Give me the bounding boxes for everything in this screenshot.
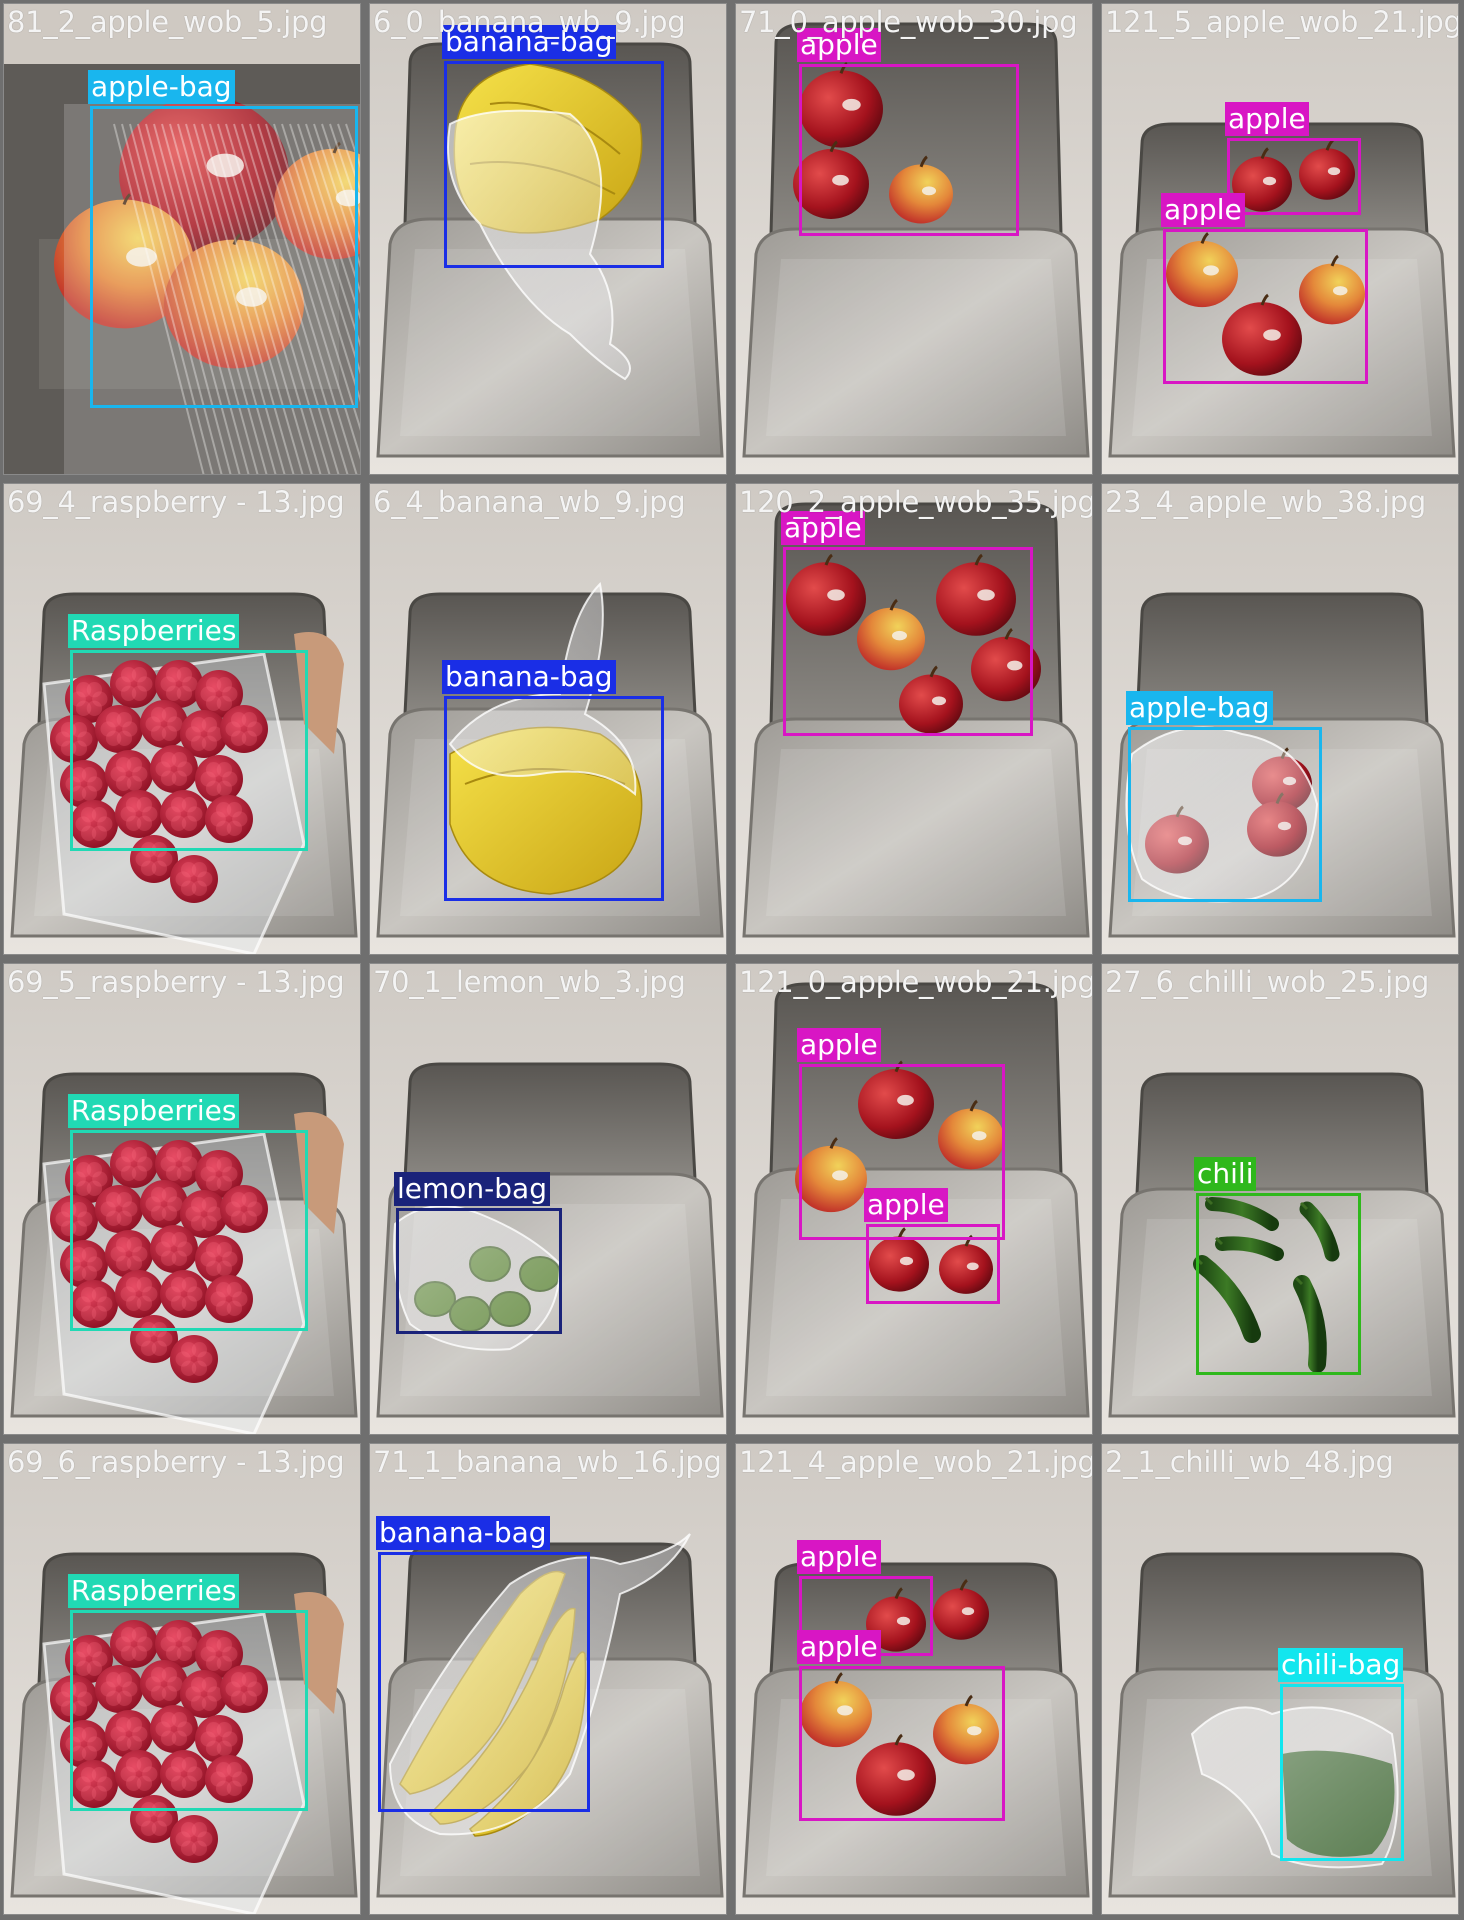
detection-box xyxy=(799,64,1019,236)
image-tile: 71_0_apple_wob_30.jpg apple xyxy=(735,3,1093,475)
file-name-label: 27_6_chilli_wob_25.jpg xyxy=(1105,965,1430,999)
detection-box xyxy=(1227,138,1361,215)
detection-box xyxy=(90,106,358,408)
detection-label: chili-bag xyxy=(1278,1648,1404,1682)
file-name-label: 71_1_banana_wb_16.jpg xyxy=(373,1445,722,1479)
detection-label: banana-bag xyxy=(376,1516,550,1550)
detection-label: lemon-bag xyxy=(394,1172,550,1206)
file-name-label: 71_0_apple_wob_30.jpg xyxy=(739,5,1078,39)
detection-box xyxy=(378,1552,590,1812)
file-name-label: 69_4_raspberry - 13.jpg xyxy=(7,485,345,519)
image-tile: 2_1_chilli_wb_48.jpg chili-bag xyxy=(1101,1443,1459,1915)
file-name-label: 121_4_apple_wob_21.jpg xyxy=(739,1445,1093,1479)
detection-box xyxy=(1280,1684,1404,1861)
detection-box xyxy=(70,1610,308,1811)
file-name-label: 121_0_apple_wob_21.jpg xyxy=(739,965,1093,999)
detection-label: banana-bag xyxy=(442,660,616,694)
detection-label: apple xyxy=(797,1630,881,1664)
detection-box xyxy=(783,547,1033,736)
detection-box xyxy=(70,1130,308,1331)
detection-box xyxy=(1196,1193,1361,1375)
raspberry-shape xyxy=(170,1335,218,1383)
detection-label: Raspberries xyxy=(68,1094,240,1128)
detection-box xyxy=(444,61,664,268)
image-tile: 121_5_apple_wob_21.jpgapple apple xyxy=(1101,3,1459,475)
raspberry-shape xyxy=(170,1815,218,1863)
detection-box xyxy=(396,1208,562,1334)
detection-box xyxy=(799,1666,1005,1821)
image-grid: 81_2_apple_wob_5.jpg apple-bag 6_0_banana_… xyxy=(0,0,1464,1920)
file-name-label: 70_1_lemon_wb_3.jpg xyxy=(373,965,686,999)
detection-label: apple xyxy=(797,1540,881,1574)
image-tile: 6_4_banana_wb_9.jpg banana-bag xyxy=(369,483,727,955)
detection-label: apple xyxy=(864,1188,948,1222)
detection-box xyxy=(444,696,664,901)
image-tile: 70_1_lemon_wb_3.jpg lemon-bag xyxy=(369,963,727,1435)
image-tile: 120_2_apple_wob_35.jpg apple xyxy=(735,483,1093,955)
image-tile: 69_6_raspberry - 13.jpg Raspberries xyxy=(3,1443,361,1915)
image-tile: 121_4_apple_wob_21.jpgapple apple xyxy=(735,1443,1093,1915)
detection-label: apple xyxy=(797,1028,881,1062)
detection-label: apple-bag xyxy=(88,70,235,104)
image-tile: 23_4_apple_wb_38.jpg apple-bag xyxy=(1101,483,1459,955)
detection-label: chili xyxy=(1194,1157,1257,1191)
detection-label: Raspberries xyxy=(68,614,240,648)
image-tile: 69_4_raspberry - 13.jpg Raspberries xyxy=(3,483,361,955)
file-name-label: 6_0_banana_wb_9.jpg xyxy=(373,5,686,39)
file-name-label: 23_4_apple_wb_38.jpg xyxy=(1105,485,1426,519)
image-tile: 69_5_raspberry - 13.jpg Raspberries xyxy=(3,963,361,1435)
file-name-label: 69_6_raspberry - 13.jpg xyxy=(7,1445,345,1479)
raspberry-shape xyxy=(170,855,218,903)
detection-box xyxy=(70,650,308,851)
file-name-label: 121_5_apple_wob_21.jpg xyxy=(1105,5,1459,39)
file-name-label: 6_4_banana_wb_9.jpg xyxy=(373,485,686,519)
image-tile: 71_1_banana_wb_16.jpg banana-bag xyxy=(369,1443,727,1915)
file-name-label: 81_2_apple_wob_5.jpg xyxy=(7,5,328,39)
file-name-label: 2_1_chilli_wb_48.jpg xyxy=(1105,1445,1394,1479)
detection-label: Raspberries xyxy=(68,1574,240,1608)
detection-label: apple xyxy=(1225,102,1309,136)
image-tile: 6_0_banana_wb_9.jpg banana-bag xyxy=(369,3,727,475)
detection-box xyxy=(1128,727,1322,902)
detection-box xyxy=(866,1224,1000,1304)
detection-label: apple xyxy=(1161,193,1245,227)
file-name-label: 120_2_apple_wob_35.jpg xyxy=(739,485,1093,519)
detection-label: apple-bag xyxy=(1126,691,1273,725)
detection-box xyxy=(1163,229,1368,384)
image-tile: 81_2_apple_wob_5.jpg apple-bag xyxy=(3,3,361,475)
image-tile: 27_6_chilli_wob_25.jpgchili xyxy=(1101,963,1459,1435)
image-tile: 121_0_apple_wob_21.jpgapple apple xyxy=(735,963,1093,1435)
file-name-label: 69_5_raspberry - 13.jpg xyxy=(7,965,345,999)
